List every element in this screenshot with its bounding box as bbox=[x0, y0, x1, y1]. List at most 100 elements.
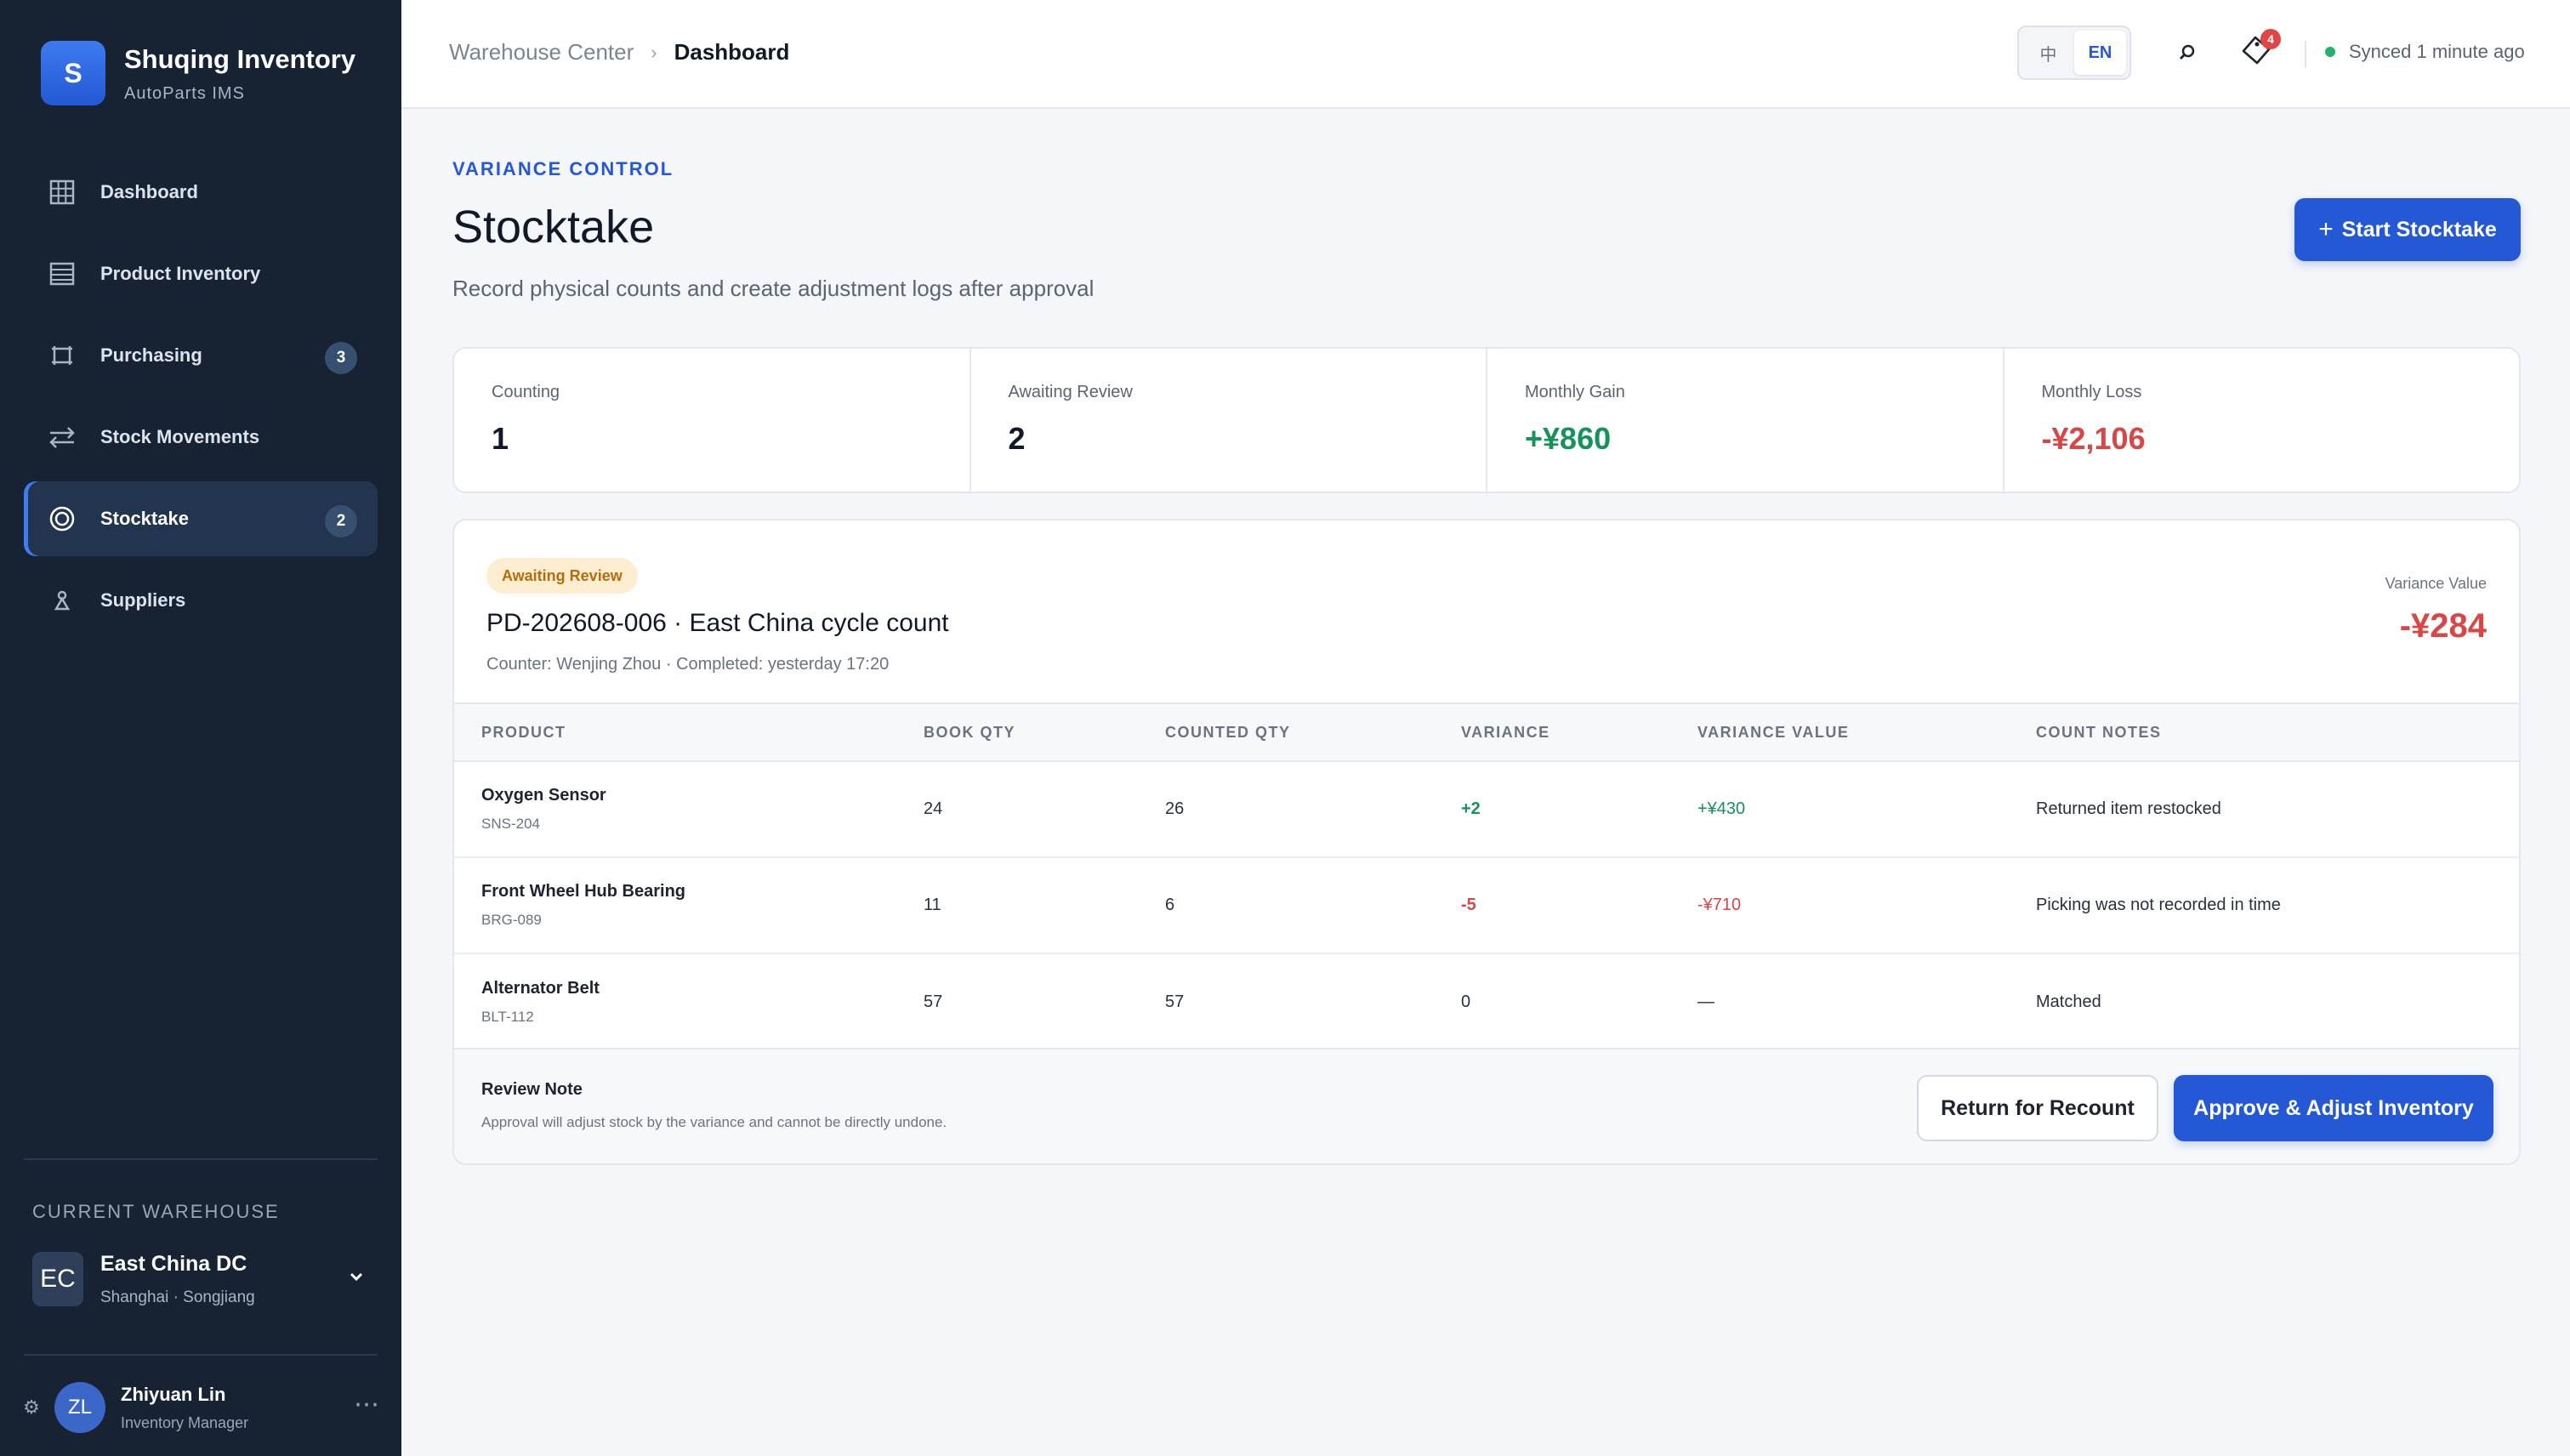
stat-label: Monthly Loss bbox=[2041, 383, 2142, 401]
table-row[interactable]: Oxygen Sensor SNS-204 24 26 +2 +¥430 Ret… bbox=[454, 762, 2519, 858]
breadcrumb-separator: › bbox=[651, 41, 657, 63]
counted-qty: 6 bbox=[1165, 896, 1175, 914]
product-sku: BRG-089 bbox=[481, 912, 542, 928]
count-notes: Picking was not recorded in time bbox=[2036, 896, 2281, 914]
sidebar-item-stocktake[interactable]: Stocktake 2 bbox=[24, 481, 378, 556]
warehouse-name: East China DC bbox=[100, 1251, 247, 1276]
table-header: PRODUCT BOOK QTY COUNTED QTY VARIANCE VA… bbox=[454, 702, 2519, 762]
notifications-button[interactable]: 4 bbox=[2238, 29, 2281, 75]
stocktake-title: PD-202608-006 · East China cycle count bbox=[486, 609, 949, 637]
product-sku: SNS-204 bbox=[481, 816, 540, 832]
variance: -5 bbox=[1461, 896, 1476, 914]
warehouse-selector[interactable]: EC East China DC Shanghai · Songjiang bbox=[32, 1247, 372, 1311]
sidebar-divider bbox=[24, 1158, 378, 1160]
review-note-title: Review Note bbox=[481, 1080, 583, 1099]
sidebar-item-dashboard[interactable]: Dashboard bbox=[24, 155, 378, 230]
brand-subtitle: AutoParts IMS bbox=[124, 83, 245, 103]
sidebar-item-stock-movements[interactable]: Stock Movements bbox=[24, 400, 378, 475]
avatar: ZL bbox=[54, 1382, 105, 1433]
page-eyebrow: VARIANCE CONTROL bbox=[452, 158, 674, 179]
brand-logo: S bbox=[41, 41, 105, 105]
stat-value: 2 bbox=[1008, 421, 1026, 456]
status-dot-icon bbox=[2325, 47, 2335, 57]
page-description: Record physical counts and create adjust… bbox=[452, 276, 1095, 301]
product-sku: BLT-112 bbox=[481, 1009, 534, 1025]
counted-qty: 26 bbox=[1165, 799, 1185, 818]
product-name: Alternator Belt bbox=[481, 979, 600, 998]
stat-awaiting-review: Awaiting Review 2 bbox=[971, 349, 1487, 492]
breadcrumb-current: Dashboard bbox=[674, 39, 790, 65]
sidebar-item-label: Stocktake bbox=[100, 508, 189, 529]
product-name: Front Wheel Hub Bearing bbox=[481, 882, 685, 901]
stat-counting: Counting 1 bbox=[454, 349, 971, 492]
sidebar: S Shuqing Inventory AutoParts IMS Dashbo… bbox=[0, 0, 401, 1456]
review-note-text: Approval will adjust stock by the varian… bbox=[481, 1114, 947, 1130]
sidebar-item-product-inventory[interactable]: Product Inventory bbox=[24, 236, 378, 311]
sidebar-divider bbox=[24, 1354, 378, 1356]
target-icon bbox=[48, 504, 77, 533]
user-name: Zhiyuan Lin bbox=[121, 1383, 226, 1405]
start-stocktake-button[interactable]: + Start Stocktake bbox=[2294, 198, 2521, 261]
page-title: Stocktake bbox=[452, 202, 655, 253]
breadcrumb-parent[interactable]: Warehouse Center bbox=[449, 39, 634, 65]
sidebar-item-label: Stock Movements bbox=[100, 426, 260, 447]
sync-status-text: Synced 1 minute ago bbox=[2349, 41, 2525, 62]
table-icon bbox=[48, 259, 77, 288]
purchasing-count-badge: 3 bbox=[325, 342, 357, 374]
product-name: Oxygen Sensor bbox=[481, 786, 606, 805]
gear-icon[interactable]: ⚙ bbox=[20, 1396, 43, 1419]
variance: +2 bbox=[1461, 799, 1481, 818]
book-qty: 24 bbox=[924, 799, 943, 818]
chevron-down-icon[interactable] bbox=[347, 1267, 366, 1290]
counted-qty: 57 bbox=[1165, 992, 1185, 1011]
warehouse-location: Shanghai · Songjiang bbox=[100, 1288, 255, 1306]
stat-label: Awaiting Review bbox=[1008, 383, 1133, 401]
lang-option-zh[interactable]: 中 bbox=[2022, 31, 2074, 75]
variance-value: -¥284 bbox=[2399, 607, 2487, 645]
stat-value: +¥860 bbox=[1525, 421, 1612, 456]
stocktake-count-badge: 2 bbox=[325, 505, 357, 537]
sidebar-item-label: Purchasing bbox=[100, 344, 202, 366]
lang-option-en[interactable]: EN bbox=[2074, 31, 2126, 75]
variance: 0 bbox=[1461, 992, 1471, 1011]
review-footer: Review Note Approval will adjust stock b… bbox=[454, 1048, 2519, 1163]
sidebar-item-purchasing[interactable]: Purchasing 3 bbox=[24, 318, 378, 393]
stocktake-table: PRODUCT BOOK QTY COUNTED QTY VARIANCE VA… bbox=[454, 702, 2519, 1050]
book-qty: 11 bbox=[924, 896, 941, 914]
brand[interactable]: S Shuqing Inventory AutoParts IMS bbox=[41, 41, 355, 105]
column-header: VARIANCE bbox=[1461, 723, 1550, 741]
table-row[interactable]: Front Wheel Hub Bearing BRG-089 11 6 -5 … bbox=[454, 858, 2519, 954]
start-stocktake-label: Start Stocktake bbox=[2341, 217, 2497, 242]
stocktake-meta: Counter: Wenjing Zhou · Completed: yeste… bbox=[486, 655, 890, 674]
variance-value-label: Variance Value bbox=[2385, 575, 2487, 592]
stat-monthly-gain: Monthly Gain +¥860 bbox=[1487, 349, 2004, 492]
sidebar-item-suppliers[interactable]: Suppliers bbox=[24, 563, 378, 638]
variance-value: — bbox=[1697, 992, 1714, 1011]
column-header: BOOK QTY bbox=[924, 723, 1016, 741]
variance-value: +¥430 bbox=[1697, 799, 1746, 818]
variance-value: -¥710 bbox=[1697, 896, 1742, 914]
grid-icon bbox=[48, 178, 77, 207]
status-badge: Awaiting Review bbox=[486, 558, 638, 594]
stats-bar: Counting 1 Awaiting Review 2 Monthly Gai… bbox=[452, 347, 2521, 493]
stat-value: 1 bbox=[492, 421, 509, 456]
approve-adjust-button[interactable]: Approve & Adjust Inventory bbox=[2174, 1075, 2493, 1141]
stat-label: Counting bbox=[492, 383, 560, 401]
search-icon[interactable] bbox=[2170, 36, 2204, 70]
breadcrumb: Warehouse Center › Dashboard bbox=[449, 39, 789, 65]
cart-icon bbox=[48, 341, 77, 370]
more-icon[interactable]: ⋯ bbox=[354, 1390, 381, 1419]
return-for-recount-button[interactable]: Return for Recount bbox=[1917, 1075, 2158, 1141]
brand-title: Shuqing Inventory bbox=[124, 43, 356, 74]
count-notes: Matched bbox=[2036, 992, 2101, 1011]
language-toggle: 中 EN bbox=[2017, 26, 2131, 80]
column-header: COUNT NOTES bbox=[2036, 723, 2162, 741]
user-role: Inventory Manager bbox=[121, 1413, 249, 1431]
sidebar-item-label: Product Inventory bbox=[100, 263, 261, 284]
user-profile[interactable]: ⚙ ZL Zhiyuan Lin Inventory Manager ⋯ bbox=[20, 1378, 381, 1437]
column-header: PRODUCT bbox=[481, 723, 566, 741]
stat-monthly-loss: Monthly Loss -¥2,106 bbox=[2004, 349, 2520, 492]
count-notes: Returned item restocked bbox=[2036, 799, 2221, 818]
table-row[interactable]: Alternator Belt BLT-112 57 57 0 — Matche… bbox=[454, 954, 2519, 1050]
warehouse-avatar: EC bbox=[32, 1252, 83, 1306]
